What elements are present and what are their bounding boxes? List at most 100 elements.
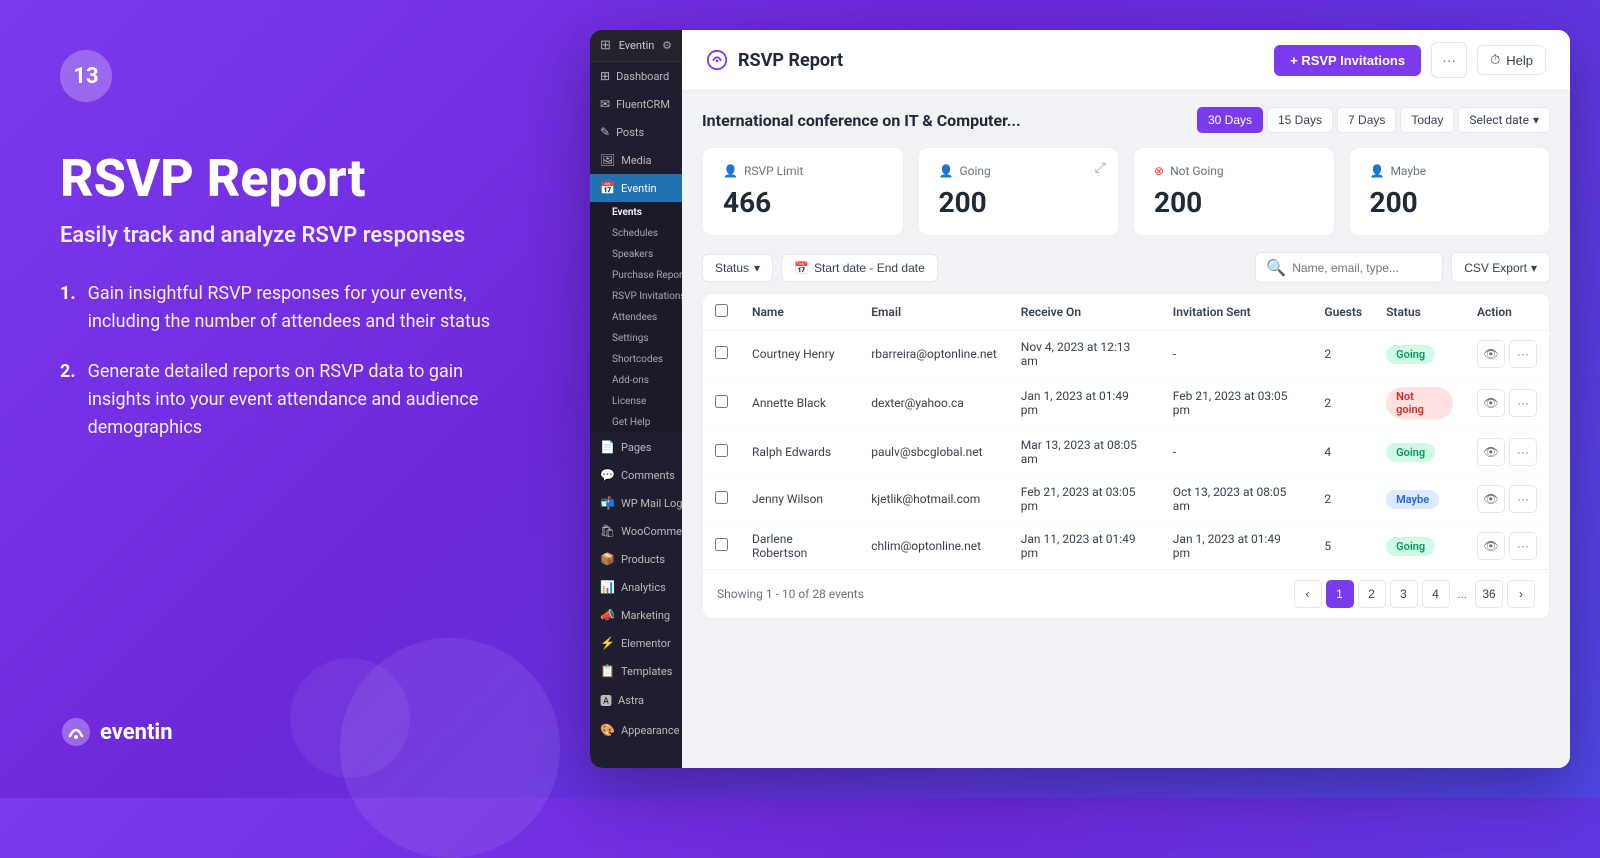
help-button[interactable]: ⏱ Help: [1477, 45, 1546, 75]
submenu-item-gethelp[interactable]: Get Help: [590, 412, 682, 433]
date-filter-7days[interactable]: 7 Days: [1337, 107, 1396, 133]
expand-icon[interactable]: ⤢: [1095, 160, 1106, 176]
pagination-page-4[interactable]: 4: [1422, 580, 1450, 608]
submenu-item-label: Purchase Report: [612, 270, 682, 281]
sidebar-item-pages[interactable]: 📄 Pages: [590, 433, 682, 461]
sidebar-item-appearance[interactable]: 🎨 Appearance: [590, 716, 682, 744]
sidebar-item-eventin[interactable]: 📅 Eventin: [590, 174, 682, 202]
col-invitation-sent: Invitation Sent: [1161, 294, 1313, 331]
logo: eventin: [60, 684, 530, 748]
date-filter-15days[interactable]: 15 Days: [1267, 107, 1333, 133]
submenu-item-events[interactable]: Events: [590, 202, 682, 223]
pagination-prev-button[interactable]: ‹: [1294, 580, 1322, 608]
row-checkbox[interactable]: [715, 444, 728, 457]
sidebar-item-astra[interactable]: 🅰 Astra: [590, 685, 682, 716]
toolbar-right: 🔍 CSV Export ▾: [1255, 252, 1550, 283]
pagination-page-36[interactable]: 36: [1475, 580, 1503, 608]
more-action-button[interactable]: ···: [1509, 485, 1537, 513]
main-heading: RSVP Report: [60, 150, 530, 207]
subtitle: Easily track and analyze RSVP responses: [60, 223, 530, 248]
submenu-item-license[interactable]: License: [590, 391, 682, 412]
sidebar-item-templates[interactable]: 📋 Templates: [590, 657, 682, 685]
stat-card-maybe: 👤 Maybe 200: [1349, 147, 1551, 236]
row-checkbox[interactable]: [715, 491, 728, 504]
pagination-page-3[interactable]: 3: [1390, 580, 1418, 608]
rsvp-invitations-button[interactable]: + RSVP Invitations: [1274, 45, 1421, 76]
more-action-button[interactable]: ···: [1509, 389, 1537, 417]
more-action-button[interactable]: ···: [1509, 532, 1537, 560]
search-input-wrap[interactable]: 🔍: [1255, 252, 1443, 283]
submenu-item-attendees[interactable]: Attendees: [590, 307, 682, 328]
more-action-button[interactable]: ···: [1509, 438, 1537, 466]
sidebar-item-label: Templates: [621, 665, 672, 678]
csv-export-button[interactable]: CSV Export ▾: [1451, 252, 1550, 283]
table-header-row: Name Email Receive On Invitation Sent Gu…: [703, 294, 1549, 331]
sidebar-item-dashboard[interactable]: ⊞ Dashboard: [590, 62, 682, 90]
stat-card-rsvp-limit: 👤 RSVP Limit 466: [702, 147, 904, 236]
sidebar-item-label: Elementor: [621, 637, 671, 650]
status-badge: Going: [1386, 537, 1435, 556]
cell-checkbox: [703, 476, 740, 523]
more-action-button[interactable]: ···: [1509, 340, 1537, 368]
sidebar-item-marketing[interactable]: 📣 Marketing: [590, 601, 682, 629]
sidebar-item-products[interactable]: 📦 Products: [590, 545, 682, 573]
select-all-checkbox[interactable]: [715, 304, 728, 317]
col-guests: Guests: [1312, 294, 1374, 331]
sidebar-item-woocommerce[interactable]: 🛍 WooCommerce: [590, 517, 682, 545]
submenu-item-settings[interactable]: Settings: [590, 328, 682, 349]
sidebar-item-fluentcrm[interactable]: ✉ FluentCRM: [590, 90, 682, 118]
action-icons: 👁 ···: [1477, 485, 1537, 513]
cell-invitation-sent: -: [1161, 429, 1313, 476]
pagination-info: Showing 1 - 10 of 28 events: [717, 587, 864, 601]
chevron-down-icon: ▾: [1533, 113, 1539, 127]
sidebar-item-media[interactable]: 🖼 Media: [590, 146, 682, 174]
right-panel: ⊞ Eventin ⚙ ⊞ Dashboard ✉ FluentCRM ✎ Po…: [590, 0, 1600, 798]
sidebar-item-label: Dashboard: [616, 70, 669, 83]
pagination-next-button[interactable]: ›: [1507, 580, 1535, 608]
sidebar-item-label: Media: [621, 154, 651, 167]
row-checkbox[interactable]: [715, 346, 728, 359]
submenu-item-addons[interactable]: Add-ons: [590, 370, 682, 391]
pagination-page-1[interactable]: 1: [1326, 580, 1354, 608]
sidebar-item-posts[interactable]: ✎ Posts: [590, 118, 682, 146]
sidebar-item-analytics[interactable]: 📊 Analytics: [590, 573, 682, 601]
date-filter-today[interactable]: Today: [1400, 107, 1454, 133]
sidebar-item-label: Analytics: [621, 581, 666, 594]
pagination-page-2[interactable]: 2: [1358, 580, 1386, 608]
view-button[interactable]: 👁: [1477, 485, 1505, 513]
dashboard-icon: ⊞: [600, 69, 610, 83]
view-button[interactable]: 👁: [1477, 340, 1505, 368]
stat-value: 200: [939, 186, 1099, 219]
sidebar-item-wpmaillog[interactable]: 📬 WP Mail Log: [590, 489, 682, 517]
view-button[interactable]: 👁: [1477, 389, 1505, 417]
submenu-item-purchase-report[interactable]: Purchase Report: [590, 265, 682, 286]
action-icons: 👁 ···: [1477, 438, 1537, 466]
submenu-item-speakers[interactable]: Speakers: [590, 244, 682, 265]
status-filter-button[interactable]: Status ▾: [702, 254, 773, 282]
toolbar-left: Status ▾ 📅 Start date - End date: [702, 254, 938, 282]
pagination-ellipsis: ...: [1454, 587, 1472, 601]
status-badge: Going: [1386, 443, 1435, 462]
cell-name: Courtney Henry: [740, 331, 859, 378]
submenu-item-shortcodes[interactable]: Shortcodes: [590, 349, 682, 370]
date-select-dropdown[interactable]: Select date ▾: [1458, 107, 1550, 133]
main-content: RSVP Report + RSVP Invitations ··· ⏱ Hel…: [682, 30, 1570, 768]
view-button[interactable]: 👁: [1477, 532, 1505, 560]
sidebar-item-comments[interactable]: 💬 Comments: [590, 461, 682, 489]
cell-checkbox: [703, 378, 740, 429]
sidebar-item-elementor[interactable]: ⚡ Elementor: [590, 629, 682, 657]
search-input[interactable]: [1292, 261, 1432, 275]
rsvp-report-icon: [706, 49, 728, 71]
view-button[interactable]: 👁: [1477, 438, 1505, 466]
cell-action: 👁 ···: [1465, 378, 1549, 429]
date-filter-30days[interactable]: 30 Days: [1197, 107, 1263, 133]
stat-label-text: Not Going: [1170, 164, 1224, 178]
date-range-button[interactable]: 📅 Start date - End date: [781, 254, 938, 282]
row-checkbox[interactable]: [715, 538, 728, 551]
submenu-item-schedules[interactable]: Schedules: [590, 223, 682, 244]
more-options-button[interactable]: ···: [1431, 42, 1467, 78]
row-checkbox[interactable]: [715, 395, 728, 408]
notgoing-icon: ⊗: [1154, 164, 1164, 178]
cell-invitation-sent: Feb 21, 2023 at 03:05 pm: [1161, 378, 1313, 429]
submenu-item-rsvp-invitations[interactable]: RSVP Invitations: [590, 286, 682, 307]
